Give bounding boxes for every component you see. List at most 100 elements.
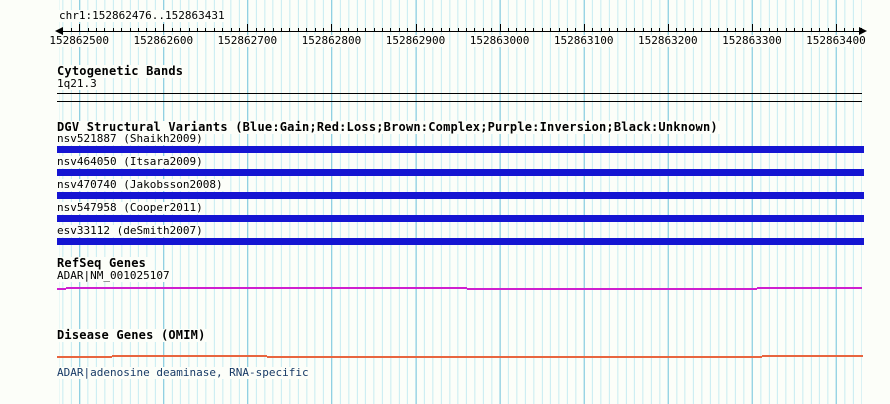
ruler-line <box>59 31 862 32</box>
ruler-tick <box>693 28 694 31</box>
ruler-tick <box>171 28 173 31</box>
ruler-tick <box>625 28 627 31</box>
ruler-tick <box>466 28 467 31</box>
ruler-tick <box>852 28 854 31</box>
ruler-tick <box>482 28 484 31</box>
ruler-tick <box>760 28 762 31</box>
ruler-tick <box>634 28 636 31</box>
dgv-variant-label[interactable]: esv33112 (deSmith2007) <box>57 225 205 237</box>
refseq-gene-glyph[interactable] <box>57 287 863 290</box>
ruler-tick <box>331 24 333 31</box>
ruler-tick <box>423 28 425 31</box>
ruler-tick <box>138 28 139 31</box>
ruler-tick <box>684 28 686 31</box>
ruler-tick <box>642 28 644 31</box>
dgv-variant-bar-gain[interactable] <box>57 192 864 199</box>
ruler-tick <box>533 28 535 31</box>
ruler-tick <box>348 28 350 31</box>
ruler-tick <box>272 28 274 31</box>
ruler-tick <box>617 28 619 31</box>
ruler-tick <box>381 28 383 31</box>
ruler-tick <box>516 28 518 31</box>
ruler-tick <box>255 28 257 31</box>
ruler-tick <box>104 28 106 31</box>
ruler-tick <box>524 28 526 31</box>
refseq-gene-label[interactable]: ADAR|NM_001025107 <box>57 270 172 282</box>
ruler-tick <box>154 28 156 31</box>
ruler-tick <box>449 28 451 31</box>
ruler-tick <box>827 28 829 31</box>
ruler-tick <box>129 28 131 31</box>
ruler-tick <box>440 28 442 31</box>
ruler-tick <box>819 28 821 31</box>
omim-gene-label[interactable]: ADAR|adenosine deaminase, RNA-specific <box>57 367 311 379</box>
ruler-tick <box>281 28 282 31</box>
ruler-tick <box>709 28 711 31</box>
ruler-tick <box>96 28 97 31</box>
ruler-tick <box>121 28 123 31</box>
ruler-tick <box>726 28 728 31</box>
ruler-tick <box>592 28 594 31</box>
ruler-tick <box>112 28 114 31</box>
ruler-tick <box>768 28 770 31</box>
ruler-tick <box>541 28 543 31</box>
ruler-tick <box>566 28 568 31</box>
genome-browser-panel: { "window": { "bg": "#fcfef9" }, "region… <box>0 0 890 404</box>
ruler-tick <box>474 28 476 31</box>
ruler-tick-label: 152862800 <box>300 34 363 47</box>
omim-track-header: Disease Genes (OMIM) <box>57 328 208 342</box>
ruler-tick <box>432 28 434 31</box>
ruler-tick <box>314 28 316 31</box>
region-title: chr1:152862476..152863431 <box>59 9 227 22</box>
ruler-tick <box>79 24 81 31</box>
dgv-variant-bar-gain[interactable] <box>57 215 864 222</box>
ruler-tick <box>205 28 207 31</box>
ruler-tick <box>802 28 804 31</box>
ruler-tick <box>777 28 779 31</box>
dgv-variant-bar-gain[interactable] <box>57 146 864 153</box>
ruler-tick <box>575 28 577 31</box>
ruler-tick-label: 152863400 <box>805 34 867 47</box>
ruler-tick <box>793 28 795 31</box>
ruler-tick <box>558 28 560 31</box>
ruler-tick <box>306 28 308 31</box>
ruler-tick <box>188 28 190 31</box>
dgv-variant-label[interactable]: nsv470740 (Jakobsson2008) <box>57 179 225 191</box>
dgv-variant-bar-gain[interactable] <box>57 238 864 245</box>
cytoband-glyph[interactable] <box>57 93 862 102</box>
ruler-tick <box>230 28 232 31</box>
ruler-tick <box>222 28 224 31</box>
cytoband-label: 1q21.3 <box>57 77 99 90</box>
ruler-tick <box>735 28 736 31</box>
ruler-tick <box>163 24 165 31</box>
ruler-tick-label: 152862600 <box>132 34 195 47</box>
ruler-tick <box>844 28 846 31</box>
omim-gene-glyph[interactable] <box>57 355 863 358</box>
ruler-tick <box>196 28 198 31</box>
ruler-tick <box>213 28 215 31</box>
ruler-tick <box>491 28 493 31</box>
dgv-variant-label[interactable]: nsv464050 (Itsara2009) <box>57 156 205 168</box>
ruler-tick <box>297 28 299 31</box>
ruler-tick <box>499 24 501 31</box>
dgv-variant-label[interactable]: nsv521887 (Shaikh2009) <box>57 133 205 145</box>
ruler-tick <box>667 24 669 31</box>
ruler-tick <box>70 28 72 31</box>
ruler-tick <box>457 28 459 31</box>
dgv-variant-label[interactable]: nsv547958 (Cooper2011) <box>57 202 205 214</box>
ruler-tick <box>180 28 182 31</box>
ruler-tick <box>550 28 551 31</box>
ruler-tick-label: 152862900 <box>384 34 447 47</box>
ruler-tick <box>659 28 661 31</box>
ruler-tick <box>676 28 678 31</box>
ruler-tick <box>743 28 745 31</box>
dgv-variant-bar-gain[interactable] <box>57 169 864 176</box>
ruler-tick <box>238 28 240 31</box>
ruler-tick-label: 152862700 <box>216 34 279 47</box>
ruler-tick <box>835 24 837 31</box>
ruler-tick <box>583 24 585 31</box>
ruler-tick <box>810 28 812 31</box>
ruler-tick <box>650 28 652 31</box>
ruler-tick <box>398 28 400 31</box>
ruler-tick <box>600 28 602 31</box>
